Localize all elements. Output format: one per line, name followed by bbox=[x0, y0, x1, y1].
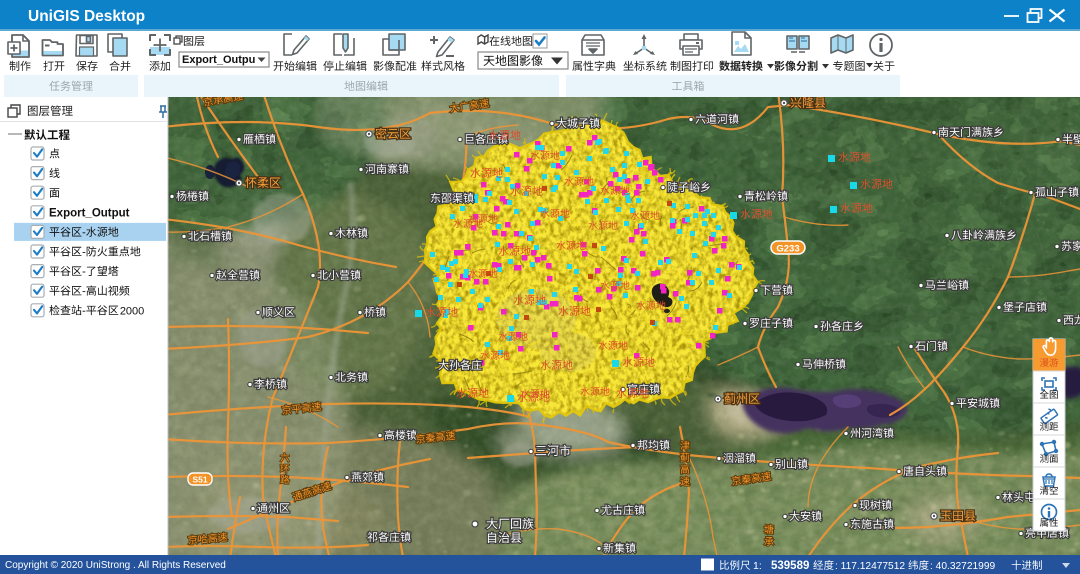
svg-text:2000: 2000 bbox=[120, 305, 144, 317]
svg-text:G233: G233 bbox=[776, 244, 799, 255]
svg-text:UniGIS Desktop: UniGIS Desktop bbox=[28, 8, 145, 25]
svg-text:Export_Outpu: Export_Outpu bbox=[182, 54, 255, 66]
svg-text:Export_Output: Export_Output bbox=[49, 207, 130, 219]
svg-text:Copyright © 2020 UniStrong . A: Copyright © 2020 UniStrong . All Rights … bbox=[5, 560, 226, 571]
svg-text:: 40.32721999: : 40.32721999 bbox=[930, 561, 995, 572]
svg-text:S51: S51 bbox=[192, 475, 207, 485]
svg-text:: 117.12477512: : 117.12477512 bbox=[835, 561, 905, 572]
svg-text:539589: 539589 bbox=[771, 560, 809, 572]
svg-text:1:: 1: bbox=[753, 560, 762, 572]
